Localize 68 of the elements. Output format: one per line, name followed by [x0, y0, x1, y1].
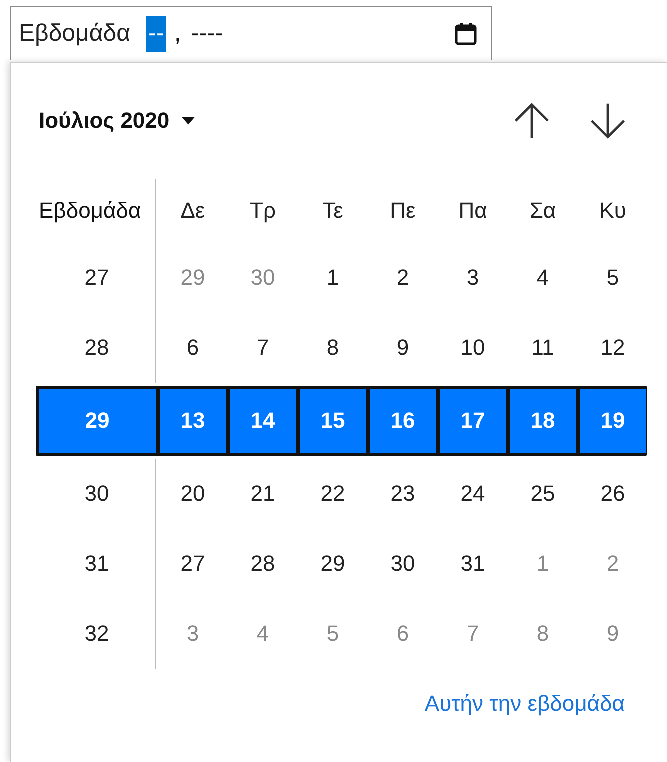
field-segment[interactable]: , [172, 16, 184, 52]
day-cell[interactable]: 30 [230, 243, 296, 313]
day-cell[interactable]: 15 [300, 389, 366, 453]
column-header: Δε [180, 197, 206, 225]
day-cell[interactable]: 4 [510, 243, 576, 313]
column-header: Τε [322, 197, 344, 225]
day-cell[interactable]: 30 [370, 529, 436, 599]
week-number[interactable]: 31 [39, 529, 156, 599]
day-cell[interactable]: 21 [230, 459, 296, 529]
day-cell[interactable]: 7 [230, 313, 296, 383]
column-header: Εβδομάδα [39, 179, 156, 243]
day-cell[interactable]: 14 [230, 389, 296, 453]
day-cell[interactable]: 12 [580, 313, 646, 383]
day-cell[interactable]: 3 [440, 243, 506, 313]
week-number[interactable]: 32 [39, 599, 156, 669]
day-cell[interactable]: 2 [370, 243, 436, 313]
day-cell[interactable]: 17 [440, 389, 506, 453]
day-cell[interactable]: 11 [510, 313, 576, 383]
day-cell[interactable]: 24 [440, 459, 506, 529]
day-cell[interactable]: 2 [580, 529, 646, 599]
day-cell[interactable]: 26 [580, 459, 646, 529]
field-segment[interactable]: -- [146, 16, 166, 52]
day-cell[interactable]: 16 [370, 389, 436, 453]
selected-week-row[interactable]: 29 13 14 15 16 17 18 19 [36, 386, 647, 456]
day-cell[interactable]: 9 [370, 313, 436, 383]
column-header: Πα [458, 197, 488, 225]
day-cell[interactable]: 23 [370, 459, 436, 529]
day-cell[interactable]: 25 [510, 459, 576, 529]
day-cell[interactable]: 6 [370, 599, 436, 669]
day-cell[interactable]: 18 [510, 389, 576, 453]
calendar-icon[interactable] [455, 22, 477, 46]
up-arrow-icon[interactable] [513, 101, 551, 141]
day-cell[interactable]: 28 [230, 529, 296, 599]
column-header: Τρ [249, 197, 277, 225]
week-number[interactable]: 28 [39, 313, 156, 383]
day-cell[interactable]: 4 [230, 599, 296, 669]
day-cell[interactable]: 22 [300, 459, 366, 529]
caret-icon [182, 117, 195, 125]
day-cell[interactable]: 29 [160, 243, 226, 313]
day-cell[interactable]: 27 [160, 529, 226, 599]
week-number[interactable]: 27 [39, 243, 156, 313]
column-header: Κυ [598, 197, 628, 225]
day-cell[interactable]: 1 [510, 529, 576, 599]
day-cell[interactable]: 31 [440, 529, 506, 599]
day-cell[interactable]: 7 [440, 599, 506, 669]
field-segment[interactable]: ---- [189, 16, 226, 52]
day-cell[interactable]: 9 [580, 599, 646, 669]
day-cell[interactable]: 8 [300, 313, 366, 383]
day-cell[interactable]: 13 [160, 389, 226, 453]
week-number[interactable]: 30 [39, 459, 156, 529]
day-cell[interactable]: 3 [160, 599, 226, 669]
month-year-dropdown[interactable]: Ιούλιος 2020 [39, 108, 195, 134]
day-cell[interactable]: 6 [160, 313, 226, 383]
week-input-field[interactable]: Εβδομάδα -- , ---- [10, 6, 492, 60]
day-cell[interactable]: 5 [580, 243, 646, 313]
day-cell[interactable]: 19 [580, 389, 646, 453]
day-cell[interactable]: 5 [300, 599, 366, 669]
column-header: Σα [528, 197, 558, 225]
column-header: Πε [389, 197, 417, 225]
week-number[interactable]: 29 [39, 389, 156, 453]
down-arrow-icon[interactable] [589, 101, 627, 141]
field-label: Εβδομάδα [19, 20, 130, 48]
day-cell[interactable]: 29 [300, 529, 366, 599]
this-week-link[interactable]: Αυτήν την εβδομάδα [424, 691, 625, 717]
day-cell[interactable]: 1 [300, 243, 366, 313]
day-cell[interactable]: 8 [510, 599, 576, 669]
day-cell[interactable]: 20 [160, 459, 226, 529]
day-cell[interactable]: 10 [440, 313, 506, 383]
